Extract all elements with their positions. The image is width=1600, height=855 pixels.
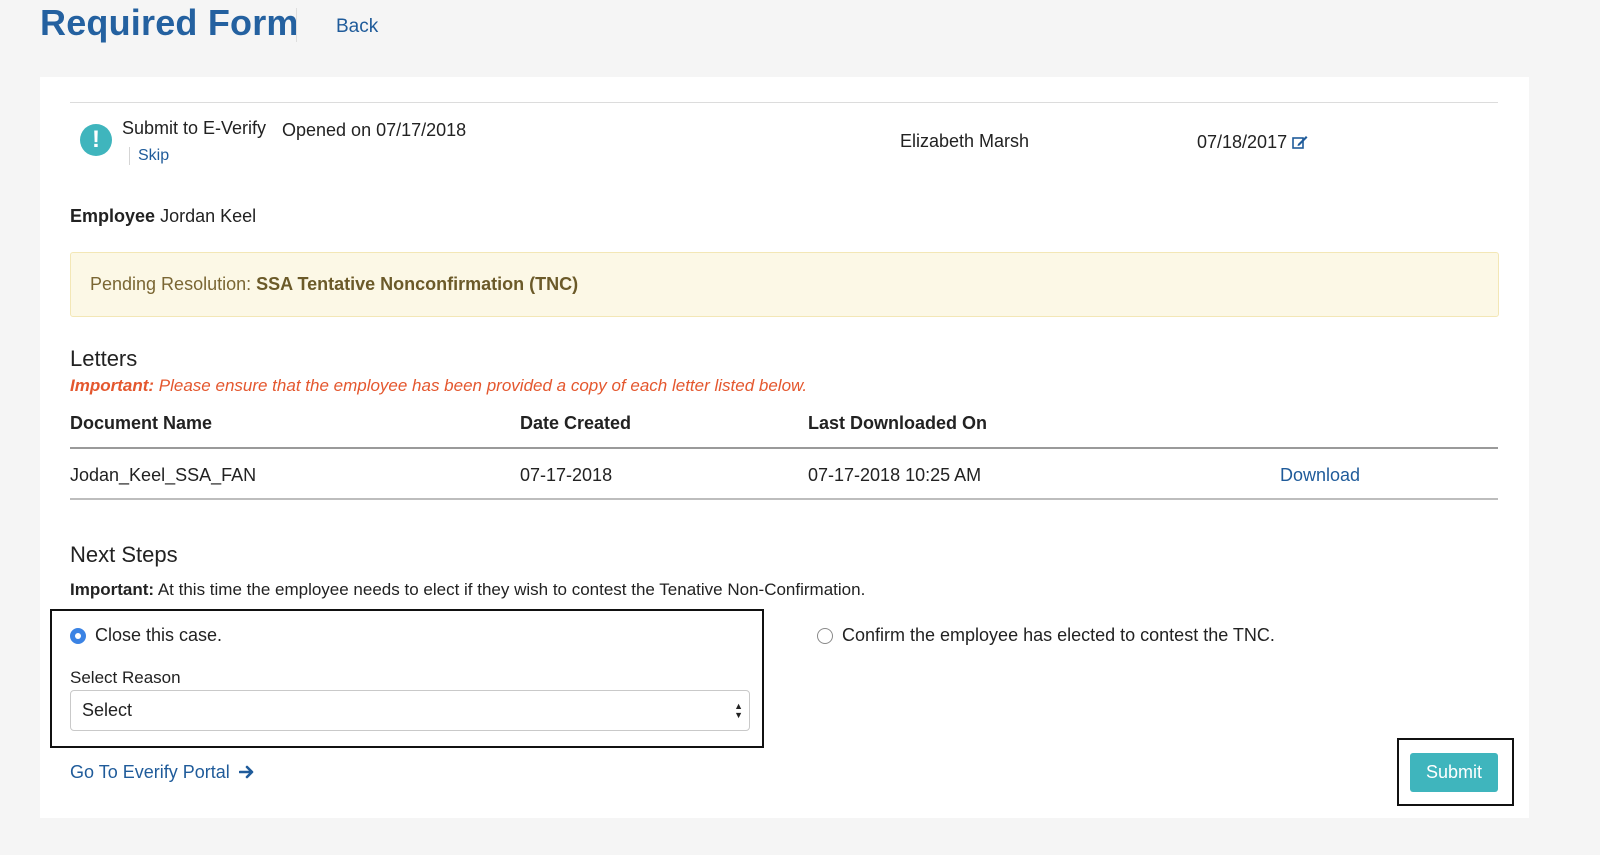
- select-reason-label: Select Reason: [70, 668, 181, 687]
- page-title: Required Form: [40, 2, 299, 43]
- select-arrows-icon: ▲ ▼: [734, 700, 743, 720]
- due-date: 07/18/2017: [1197, 132, 1308, 154]
- title-divider: [296, 8, 297, 42]
- important-text: At this time the employee needs to elect…: [157, 580, 866, 599]
- important-label: Important:: [70, 376, 155, 395]
- employee-name: Jordan Keel: [160, 206, 257, 226]
- employee-row: Employee Jordan Keel: [70, 206, 256, 227]
- assignee-name: Elizabeth Marsh: [900, 131, 1030, 151]
- pending-value: SSA Tentative Nonconfirmation (TNC): [256, 274, 579, 294]
- next-steps-important-note: Important: At this time the employee nee…: [70, 580, 865, 600]
- everify-portal-link-label: Go To Everify Portal: [70, 762, 230, 782]
- download-link[interactable]: Download: [1280, 465, 1360, 486]
- pending-label: Pending Resolution:: [90, 274, 252, 294]
- letters-important-note: Important: Please ensure that the employ…: [70, 376, 807, 396]
- back-link[interactable]: Back: [336, 16, 378, 38]
- column-header-last-downloaded: Last Downloaded On: [808, 413, 988, 433]
- pending-resolution-text: Pending Resolution: SSA Tentative Noncon…: [90, 274, 578, 295]
- important-label: Important:: [70, 580, 155, 599]
- letters-title: Letters: [70, 346, 138, 371]
- opened-date: Opened on 07/17/2018: [282, 120, 467, 140]
- everify-portal-link[interactable]: Go To Everify Portal: [70, 762, 255, 784]
- exclamation-icon: !: [80, 124, 112, 156]
- column-header-document-name: Document Name: [70, 413, 213, 433]
- table-cell-document-name: Jodan_Keel_SSA_FAN: [70, 465, 257, 485]
- contest-tnc-radio[interactable]: [817, 628, 833, 644]
- edit-icon[interactable]: [1292, 133, 1308, 154]
- divider: [70, 102, 1498, 103]
- table-cell-last-downloaded: 07-17-2018 10:25 AM: [808, 465, 982, 485]
- next-steps-title: Next Steps: [70, 542, 178, 567]
- select-reason-value: Select: [82, 700, 133, 720]
- select-reason-dropdown[interactable]: Select ▲ ▼: [70, 690, 750, 731]
- table-header-divider: [70, 447, 1498, 449]
- close-case-radio[interactable]: [70, 628, 86, 644]
- due-date-value: 07/18/2017: [1197, 132, 1288, 152]
- skip-link[interactable]: Skip: [138, 147, 169, 165]
- close-case-label[interactable]: Close this case.: [95, 625, 222, 646]
- contest-tnc-label[interactable]: Confirm the employee has elected to cont…: [842, 625, 1275, 646]
- important-text: Please ensure that the employee has been…: [158, 376, 808, 395]
- divider: [129, 147, 130, 165]
- column-header-date-created: Date Created: [520, 413, 632, 433]
- task-name: Submit to E-Verify: [122, 118, 267, 138]
- arrow-right-icon: [238, 763, 255, 784]
- submit-button[interactable]: Submit: [1410, 753, 1498, 792]
- table-cell-date-created: 07-17-2018: [520, 465, 613, 485]
- table-row-divider: [70, 498, 1498, 500]
- employee-label: Employee: [70, 206, 156, 226]
